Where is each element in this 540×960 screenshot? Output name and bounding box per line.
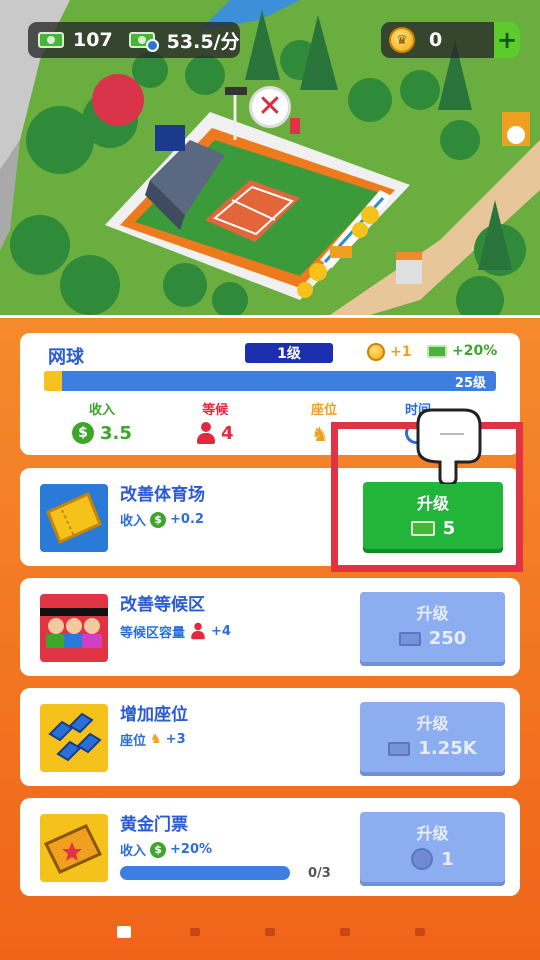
page-dot[interactable] [340,928,350,936]
page-dot[interactable] [415,928,425,936]
stat-income: 收入 $ 3.5 [72,399,132,444]
upgrade-desc-value: +3 [165,732,186,747]
upgrade-cost: 1.25K [418,738,477,759]
ticket-icon [40,484,108,552]
golden-ticket-progress-label: 0/3 [308,866,331,881]
stat-income-label: 收入 [88,403,115,418]
cash-icon [388,741,411,756]
level-badge: 1级 [245,343,333,363]
dollar-icon: $ [150,841,167,858]
page-indicator [0,926,540,940]
seat-icon: ♞ [150,732,162,747]
upgrade-row-waiting-area: 改善等候区 等候区容量 +4 升级 250 [20,578,520,676]
level-progress-bar: 25级 [44,371,496,391]
add-coins-button[interactable]: + [494,22,520,58]
upgrade-button-label: 升级 [416,604,449,623]
level-progress-fill [44,371,63,391]
cash-bonus-value: +20% [452,343,498,359]
upgrade-desc-value: +0.2 [170,512,204,527]
coin-bonus: +1 [367,343,411,361]
upgrade-desc: 等候区容量 +4 [120,620,231,642]
person-icon [191,622,205,640]
stat-seats-label: 座位 [311,403,338,418]
money-value: 107 [73,29,113,51]
upgrade-title: 黄金门票 [120,815,188,835]
upgrade-title: 改善体育场 [120,485,205,505]
crowd-icon [40,594,108,662]
facility-name: 网球 [48,347,84,368]
upgrade-desc: 收入 $ +20% [120,840,212,859]
upgrade-cost: 1 [441,848,454,870]
upgrade-button-golden-ticket[interactable]: 升级 1 [360,812,505,882]
max-level-label: 25级 [454,376,486,391]
close-icon: ✕ [257,89,283,124]
upgrade-desc-label: 等候区容量 [120,625,186,641]
dollar-icon: $ [72,422,94,444]
cash-bonus: +20% [427,343,497,359]
seat-icon: ♞ [311,422,329,446]
upgrade-row-golden-ticket: 黄金门票 收入 $ +20% 0/3 升级 1 [20,798,520,896]
upgrade-button-label: 升级 [416,824,449,843]
upgrade-desc: 座位 ♞ +3 [120,730,186,749]
money-display: 107 53.5/分 [28,22,240,58]
cash-icon [398,631,421,646]
upgrade-desc-label: 收入 [120,514,147,529]
coin-bonus-value: +1 [390,344,412,360]
upgrade-row-seats: 增加座位 座位 ♞ +3 升级 1.25K [20,688,520,786]
upgrade-desc-label: 座位 [120,734,147,749]
income-rate-icon [128,32,159,52]
coin-display: ♛ 0 + [381,22,520,58]
stat-queue-label: 等候 [202,403,229,418]
cash-icon [427,344,447,358]
trophy-coin-icon: ♛ [389,27,415,53]
stat-queue-value: 4 [221,422,234,444]
upgrade-title: 增加座位 [120,705,188,725]
upgrade-desc-value: +4 [211,623,231,639]
upgrade-desc: 收入 $ +0.2 [120,510,204,529]
dollar-icon: $ [150,511,167,528]
seats-icon [40,704,108,772]
upgrade-button-label: 升级 [416,714,449,733]
upgrade-cost: 250 [428,628,467,649]
close-button[interactable]: ✕ [249,86,291,128]
upgrade-button-seats[interactable]: 升级 1.25K [360,702,505,772]
golden-ticket-progress-bar [120,866,290,880]
person-icon [197,422,215,444]
coin-icon [367,343,385,361]
cash-icon [38,32,64,48]
pointing-hand-icon [416,408,482,484]
upgrade-desc-value: +20% [170,842,213,857]
stat-queue: 等候 4 [197,399,234,444]
upgrade-desc-label: 收入 [120,844,147,859]
page-dot[interactable] [117,926,131,938]
page-dot[interactable] [265,928,275,936]
golden-ticket-icon [40,814,108,882]
clock-badge-icon [145,39,159,52]
trophy-coin-icon [411,848,434,870]
upgrade-button-waiting-area[interactable]: 升级 250 [360,592,505,662]
coin-value: 0 [429,29,443,51]
upgrade-title: 改善等候区 [120,595,205,615]
page-dot[interactable] [190,928,200,936]
stat-income-value: 3.5 [100,422,132,444]
income-rate-value: 53.5/分 [166,30,240,53]
